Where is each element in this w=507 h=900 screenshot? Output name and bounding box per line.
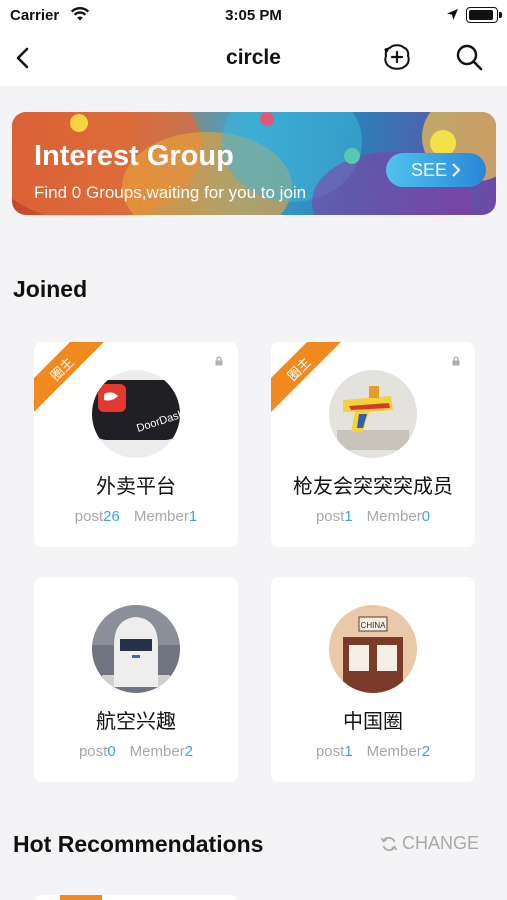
post-label: post: [74, 508, 104, 525]
post-label: post: [315, 743, 345, 760]
change-label: CHANGE: [402, 833, 480, 853]
group-name: 中国圈: [343, 711, 403, 733]
group-card[interactable]: CHINA 中国圈 post1 Member2: [271, 577, 475, 782]
banner-decoration: [260, 112, 274, 126]
group-card[interactable]: 圈主 枪友会突突突成员 post1 Member0: [271, 342, 475, 547]
member-count: 2: [421, 743, 431, 760]
member-label: Member: [129, 743, 185, 760]
post-count: 26: [103, 508, 120, 525]
add-group-icon[interactable]: [382, 42, 412, 72]
group-avatar: [92, 605, 180, 693]
group-name: 外卖平台: [96, 476, 176, 498]
joined-section-title: Joined: [13, 276, 88, 302]
group-card[interactable]: 航空兴趣 post0 Member2: [34, 577, 238, 782]
interest-group-banner[interactable]: Interest Group Find 0 Groups,waiting for…: [12, 112, 496, 215]
group-stats: post1 Member0: [271, 508, 475, 525]
clock: 3:05 PM: [225, 7, 282, 24]
member-count: 1: [188, 508, 198, 525]
member-count: 2: [184, 743, 194, 760]
group-stats: post0 Member2: [34, 743, 238, 760]
refresh-icon: [380, 836, 398, 851]
group-avatar: [329, 370, 417, 458]
hot-recommendations-title: Hot Recommendations: [13, 831, 264, 857]
group-avatar: DoorDash: [92, 370, 180, 458]
post-count: 0: [107, 743, 116, 760]
status-bar: Carrier 3:05 PM: [0, 0, 507, 30]
group-card[interactable]: 圈主 DoorDash 外卖平台 post26 Member1: [34, 342, 238, 547]
post-label: post: [78, 743, 108, 760]
member-label: Member: [366, 508, 422, 525]
recommendation-card[interactable]: [34, 895, 238, 900]
search-icon[interactable]: [454, 42, 484, 72]
banner-decoration: [70, 114, 88, 132]
group-avatar: CHINA: [329, 605, 417, 693]
member-label: Member: [366, 743, 422, 760]
change-button[interactable]: CHANGE: [380, 833, 479, 854]
see-button[interactable]: SEE: [386, 153, 486, 187]
member-label: Member: [133, 508, 189, 525]
post-label: post: [315, 508, 345, 525]
post-count: 1: [344, 743, 353, 760]
group-stats: post1 Member2: [271, 743, 475, 760]
banner-decoration: [344, 148, 360, 164]
navigation-bar: circle: [0, 30, 507, 86]
group-name: 航空兴趣: [96, 711, 176, 733]
group-stats: post26 Member1: [34, 508, 238, 525]
page-title: circle: [226, 46, 281, 69]
lock-icon: [452, 356, 460, 366]
battery-icon: [466, 7, 502, 23]
post-count: 1: [344, 508, 353, 525]
see-button-label: SEE: [410, 159, 448, 180]
banner-title: Interest Group: [34, 140, 234, 172]
member-count: 0: [421, 508, 431, 525]
chevron-right-icon: [452, 163, 461, 177]
location-arrow-icon: [447, 9, 458, 20]
group-name: 枪友会突突突成员: [293, 476, 453, 498]
banner-subtitle: Find 0 Groups,waiting for you to join: [34, 183, 307, 202]
avatar-sign-text: CHINA: [361, 621, 387, 630]
lock-icon: [215, 356, 223, 366]
